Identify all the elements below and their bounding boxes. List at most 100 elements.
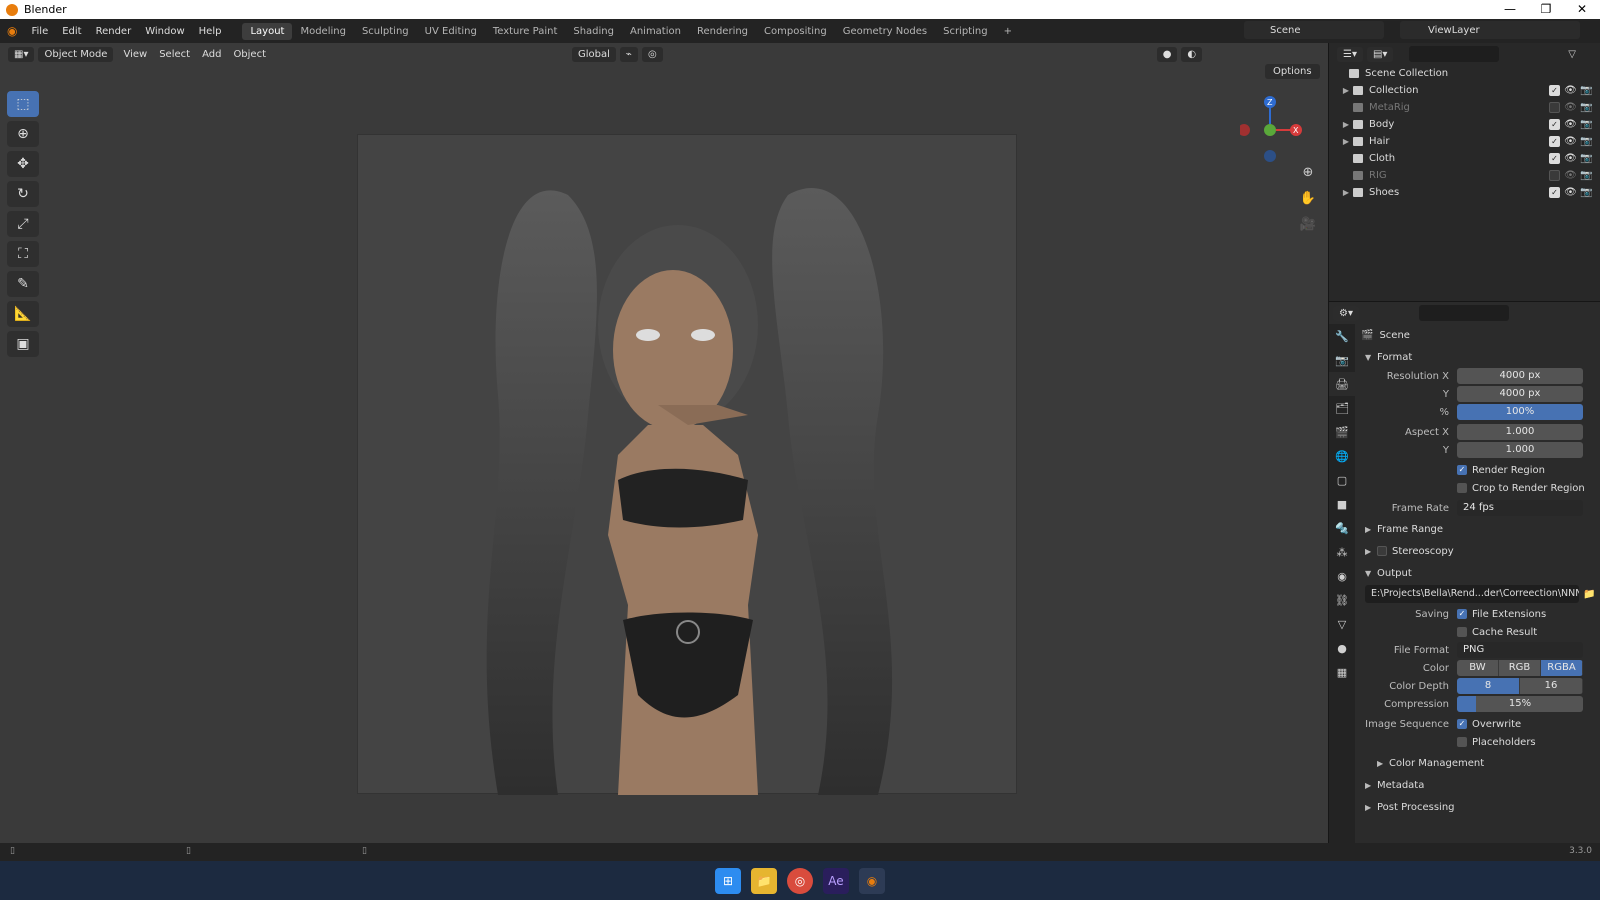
properties-editor-type-button[interactable]: ⚙▾ bbox=[1333, 305, 1359, 321]
tab-texture-paint[interactable]: Texture Paint bbox=[485, 23, 566, 40]
file-explorer-icon[interactable]: 📁 bbox=[751, 867, 777, 894]
outliner-row-body[interactable]: ▶ Body ✓ 👁 📷 bbox=[1329, 116, 1600, 133]
expand-arrow-icon[interactable]: ▶ bbox=[1339, 120, 1353, 129]
filter-icon[interactable]: ▽ bbox=[1568, 49, 1576, 60]
exclude-checkbox[interactable] bbox=[1549, 102, 1560, 113]
menu-file[interactable]: File bbox=[24, 26, 55, 37]
viewport-menu-select[interactable]: Select bbox=[153, 49, 196, 60]
render-camera-icon[interactable]: 📷 bbox=[1580, 85, 1592, 96]
placeholders-checkbox[interactable]: Placeholders bbox=[1457, 737, 1536, 748]
frame-range-panel-header[interactable]: ▶ Frame Range bbox=[1357, 518, 1600, 540]
exclude-checkbox[interactable]: ✓ bbox=[1549, 119, 1560, 130]
navigation-gizmo[interactable]: Z X bbox=[1238, 93, 1312, 165]
eye-icon[interactable]: 👁 bbox=[1564, 187, 1577, 198]
eye-icon[interactable]: 👁 bbox=[1564, 102, 1577, 113]
output-tab-icon[interactable]: 🖨 bbox=[1329, 372, 1355, 396]
tab-geometry-nodes[interactable]: Geometry Nodes bbox=[835, 23, 935, 40]
output-panel-header[interactable]: ▼ Output bbox=[1357, 562, 1600, 584]
view-layer-tab-icon[interactable]: 🗂 bbox=[1329, 396, 1355, 420]
outliner-editor-type-button[interactable]: ☰▾ bbox=[1337, 46, 1363, 62]
material-tab-icon[interactable]: ● bbox=[1329, 636, 1355, 660]
tab-compositing[interactable]: Compositing bbox=[756, 23, 835, 40]
exclude-checkbox[interactable]: ✓ bbox=[1549, 153, 1560, 164]
menu-window[interactable]: Window bbox=[138, 26, 191, 37]
eye-icon[interactable]: 👁 bbox=[1564, 153, 1577, 164]
particles-tab-icon[interactable]: ⁂ bbox=[1329, 540, 1355, 564]
aspect-y-field[interactable]: 1.000 bbox=[1457, 442, 1583, 458]
measure-tool-icon[interactable]: 📐 bbox=[7, 301, 39, 327]
outliner-root[interactable]: Scene Collection bbox=[1329, 65, 1600, 82]
exclude-checkbox[interactable]: ✓ bbox=[1549, 187, 1560, 198]
menu-help[interactable]: Help bbox=[192, 26, 229, 37]
exclude-checkbox[interactable]: ✓ bbox=[1549, 85, 1560, 96]
depth-8-button[interactable]: 8 bbox=[1457, 678, 1520, 694]
tab-scripting[interactable]: Scripting bbox=[935, 23, 995, 40]
pan-hand-icon[interactable]: ✋ bbox=[1297, 187, 1319, 209]
exclude-checkbox[interactable] bbox=[1549, 170, 1560, 181]
modifier-tab-icon[interactable]: 🔩 bbox=[1329, 516, 1355, 540]
constraints-tab-icon[interactable]: ⛓ bbox=[1329, 588, 1355, 612]
render-camera-icon[interactable]: 📷 bbox=[1580, 153, 1592, 164]
compression-slider[interactable]: 15% bbox=[1457, 696, 1583, 712]
outliner-row-rig[interactable]: RIG 👁 📷 bbox=[1329, 167, 1600, 184]
annotate-tool-icon[interactable]: ✎ bbox=[7, 271, 39, 297]
view-layer-selector[interactable]: ViewLayer bbox=[1400, 21, 1580, 39]
object-tab-icon[interactable]: ■ bbox=[1329, 492, 1355, 516]
eye-icon[interactable]: 👁 bbox=[1564, 170, 1577, 181]
depth-16-button[interactable]: 16 bbox=[1520, 678, 1583, 694]
eye-icon[interactable]: 👁 bbox=[1564, 136, 1577, 147]
exclude-checkbox[interactable]: ✓ bbox=[1549, 136, 1560, 147]
proportional-edit-icon[interactable]: ◎ bbox=[641, 46, 663, 62]
minimize-button[interactable]: — bbox=[1492, 0, 1528, 19]
eye-icon[interactable]: 👁 bbox=[1564, 85, 1577, 96]
output-path-input[interactable]: E:\Projects\Bella\Rend...der\Correection… bbox=[1365, 585, 1579, 603]
tab-modeling[interactable]: Modeling bbox=[292, 23, 354, 40]
rotate-tool-icon[interactable]: ↻ bbox=[7, 181, 39, 207]
maximize-button[interactable]: ❐ bbox=[1528, 0, 1564, 19]
chrome-icon[interactable]: ◎ bbox=[787, 867, 813, 894]
resolution-y-field[interactable]: 4000 px bbox=[1457, 386, 1583, 402]
render-camera-icon[interactable]: 📷 bbox=[1580, 187, 1592, 198]
cursor-tool-icon[interactable]: ⊕ bbox=[7, 121, 39, 147]
after-effects-icon[interactable]: Ae bbox=[823, 867, 849, 894]
tab-uv-editing[interactable]: UV Editing bbox=[417, 23, 485, 40]
zoom-icon[interactable]: ⊕ bbox=[1297, 161, 1319, 183]
folder-icon[interactable]: 📁 bbox=[1583, 589, 1595, 600]
viewport-menu-view[interactable]: View bbox=[117, 49, 153, 60]
world-tab-icon[interactable]: 🌐 bbox=[1329, 444, 1355, 468]
properties-search-input[interactable] bbox=[1419, 305, 1509, 321]
3d-viewport[interactable]: ▦▾ Object Mode View Select Add Object Gl… bbox=[0, 43, 1328, 843]
format-panel-header[interactable]: ▼ Format bbox=[1357, 346, 1600, 368]
post-processing-panel-header[interactable]: ▶ Post Processing bbox=[1357, 796, 1600, 818]
metadata-panel-header[interactable]: ▶ Metadata bbox=[1357, 774, 1600, 796]
resolution-percent-field[interactable]: 100% bbox=[1457, 404, 1583, 420]
menu-render[interactable]: Render bbox=[89, 26, 139, 37]
blender-menu-icon[interactable]: ◉ bbox=[0, 24, 24, 38]
display-mode-button[interactable]: ▤▾ bbox=[1366, 46, 1394, 62]
tab-rendering[interactable]: Rendering bbox=[689, 23, 756, 40]
render-camera-icon[interactable]: 📷 bbox=[1580, 170, 1592, 181]
expand-arrow-icon[interactable]: ▶ bbox=[1339, 137, 1353, 146]
collection-tab-icon[interactable]: ▢ bbox=[1329, 468, 1355, 492]
render-tab-icon[interactable]: 📷 bbox=[1329, 348, 1355, 372]
render-camera-icon[interactable]: 📷 bbox=[1580, 119, 1592, 130]
stereoscopy-checkbox[interactable] bbox=[1377, 546, 1387, 556]
scene-tab-icon[interactable]: 🎬 bbox=[1329, 420, 1355, 444]
physics-tab-icon[interactable]: ◉ bbox=[1329, 564, 1355, 588]
close-button[interactable]: ✕ bbox=[1564, 0, 1600, 19]
eye-icon[interactable]: 👁 bbox=[1564, 119, 1577, 130]
expand-arrow-icon[interactable]: ▶ bbox=[1339, 86, 1353, 95]
blender-taskbar-icon[interactable]: ◉ bbox=[859, 867, 885, 894]
resolution-x-field[interactable]: 4000 px bbox=[1457, 368, 1583, 384]
transform-tool-icon[interactable]: ⛶ bbox=[7, 241, 39, 267]
menu-edit[interactable]: Edit bbox=[55, 26, 88, 37]
camera-view-icon[interactable]: 🎥 bbox=[1297, 213, 1319, 235]
shading-solid-icon[interactable]: ● bbox=[1156, 46, 1178, 62]
tab-shading[interactable]: Shading bbox=[565, 23, 622, 40]
stereoscopy-panel-header[interactable]: ▶ Stereoscopy bbox=[1357, 540, 1600, 562]
outliner-row-collection[interactable]: ▶ Collection ✓ 👁 📷 bbox=[1329, 82, 1600, 99]
snap-icon[interactable]: ⌁ bbox=[619, 46, 638, 62]
texture-tab-icon[interactable]: ▦ bbox=[1329, 660, 1355, 684]
viewport-menu-object[interactable]: Object bbox=[227, 49, 272, 60]
render-camera-icon[interactable]: 📷 bbox=[1580, 102, 1592, 113]
